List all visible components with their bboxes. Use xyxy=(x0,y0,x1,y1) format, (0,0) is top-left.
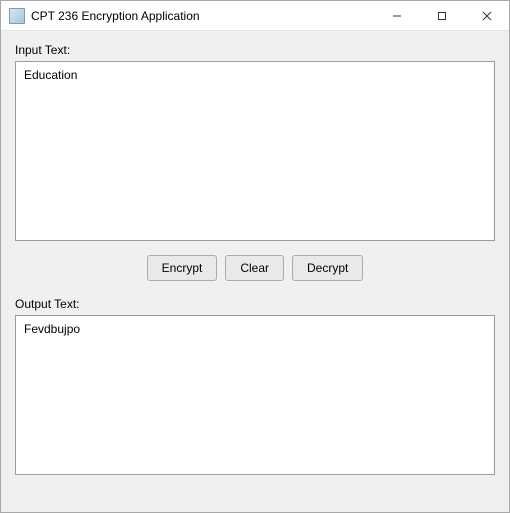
maximize-button[interactable] xyxy=(419,1,464,30)
decrypt-button[interactable]: Decrypt xyxy=(292,255,363,281)
close-button[interactable] xyxy=(464,1,509,30)
minimize-button[interactable] xyxy=(374,1,419,30)
maximize-icon xyxy=(437,11,447,21)
content-pane: Input Text: Encrypt Clear Decrypt Output… xyxy=(1,31,509,512)
input-textarea[interactable] xyxy=(15,61,495,241)
window-controls xyxy=(374,1,509,30)
window-title: CPT 236 Encryption Application xyxy=(31,9,374,23)
output-textarea[interactable] xyxy=(15,315,495,475)
button-row: Encrypt Clear Decrypt xyxy=(15,241,495,295)
clear-button[interactable]: Clear xyxy=(225,255,284,281)
titlebar: CPT 236 Encryption Application xyxy=(1,1,509,31)
minimize-icon xyxy=(392,11,402,21)
app-window: CPT 236 Encryption Application Input Tex… xyxy=(0,0,510,513)
close-icon xyxy=(482,11,492,21)
encrypt-button[interactable]: Encrypt xyxy=(147,255,218,281)
output-label: Output Text: xyxy=(15,297,495,311)
input-label: Input Text: xyxy=(15,43,495,57)
app-icon xyxy=(9,8,25,24)
